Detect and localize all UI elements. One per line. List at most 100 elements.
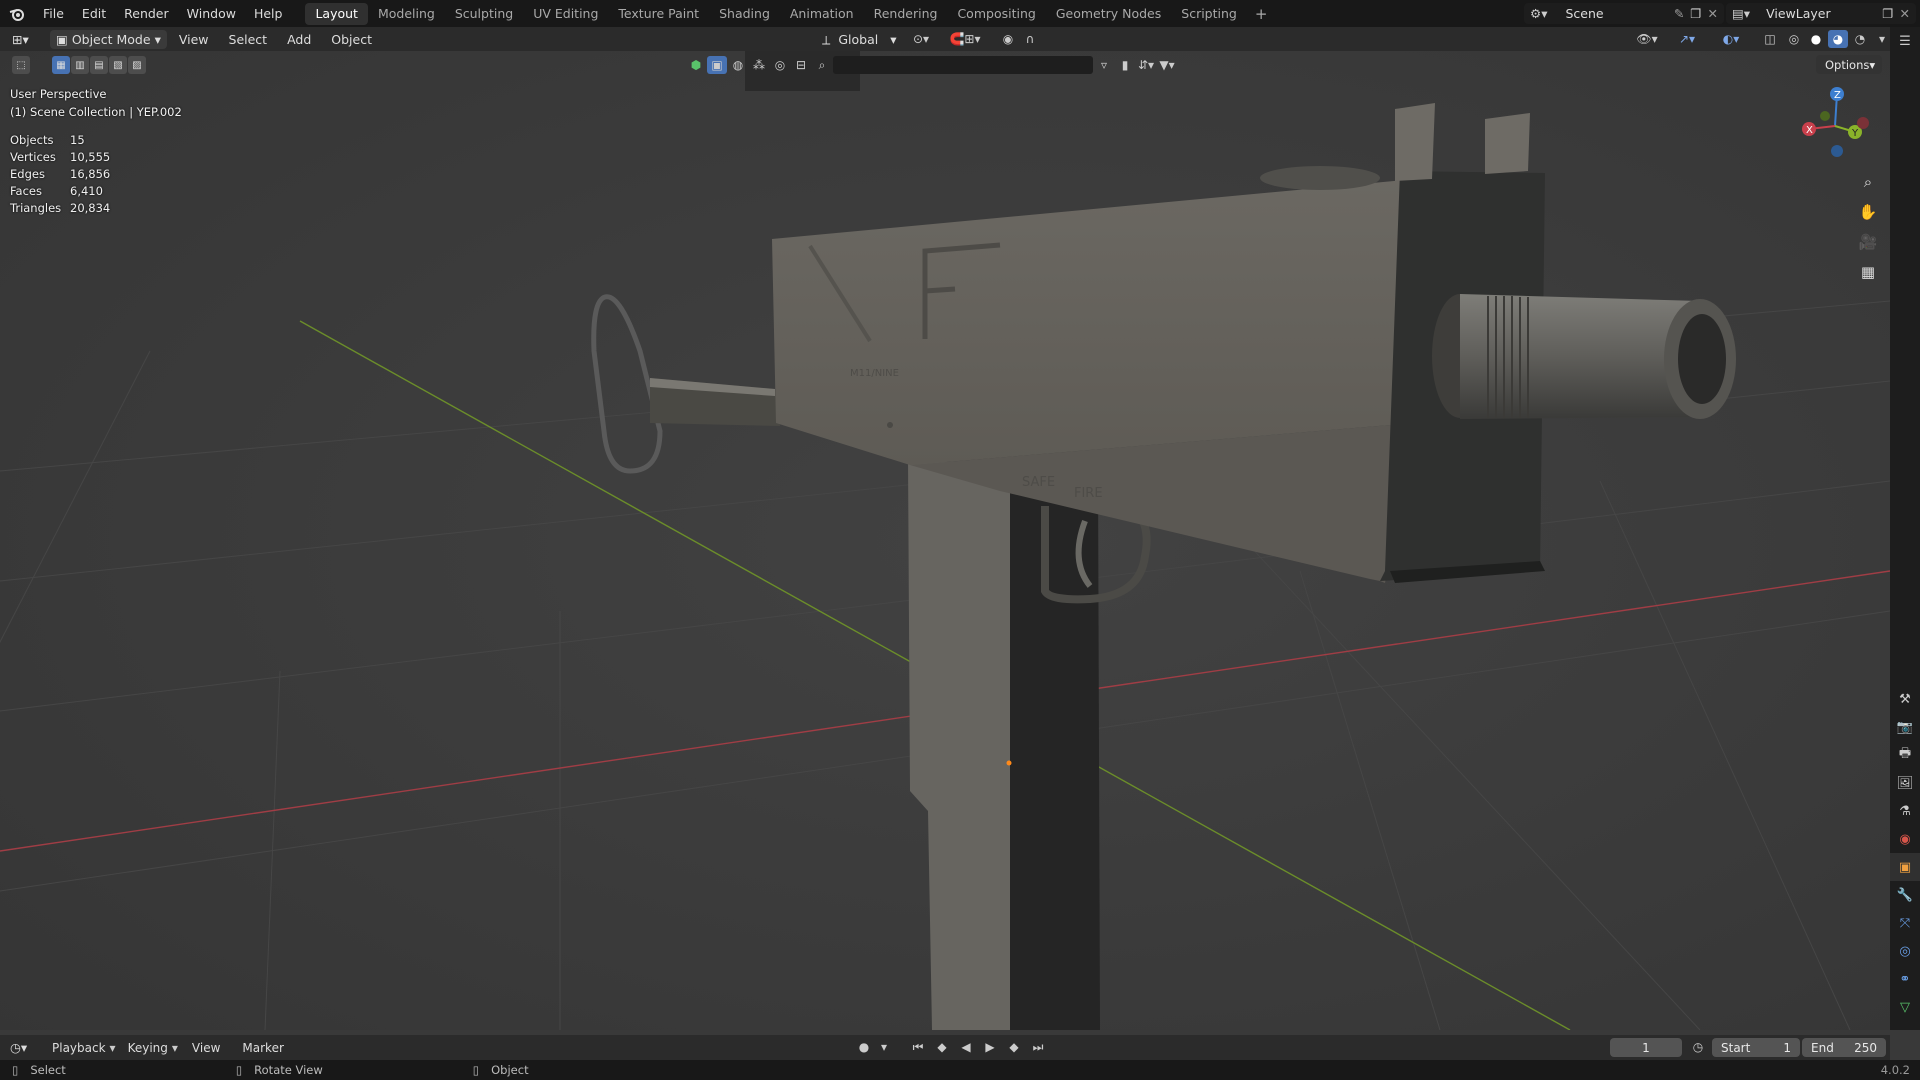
select-intersect-icon[interactable]: ▨	[128, 56, 146, 74]
select-tool-icon[interactable]: ⬚	[12, 56, 30, 74]
particle-properties-icon[interactable]: ⤧	[1890, 909, 1920, 937]
xray-icon[interactable]: ◫	[1760, 30, 1780, 48]
menu-keying[interactable]: Keying	[128, 1041, 168, 1055]
shading-options-icon[interactable]: ▾	[1872, 30, 1892, 48]
prev-keyframe-icon[interactable]: ◆	[932, 1038, 952, 1056]
pan-hand-icon[interactable]: ✋	[1855, 199, 1881, 225]
menu-file[interactable]: File	[34, 0, 73, 27]
constraint-properties-icon[interactable]: ⚭	[1890, 965, 1920, 993]
play-icon[interactable]: ▶	[980, 1038, 1000, 1056]
pin-icon[interactable]: ✎	[1674, 6, 1684, 21]
record-options-icon[interactable]: ▾	[878, 1038, 890, 1056]
menu-marker[interactable]: Marker	[242, 1041, 283, 1055]
menu-view[interactable]: View	[179, 32, 209, 47]
menu-add[interactable]: Add	[287, 32, 311, 47]
view-layer-selector[interactable]: ▤▾ ViewLayer ❐ ✕	[1726, 3, 1916, 24]
tab-animation[interactable]: Animation	[780, 3, 864, 25]
select-difference-icon[interactable]: ▧	[109, 56, 127, 74]
play-reverse-icon[interactable]: ◀	[956, 1038, 976, 1056]
sort-icon[interactable]: ⇵▾	[1136, 56, 1156, 74]
world-filter-icon[interactable]: ◎	[770, 56, 790, 74]
select-extend-icon[interactable]: ▥	[71, 56, 89, 74]
object-properties-icon[interactable]: ▣	[1890, 853, 1920, 881]
view-layer-name[interactable]: ViewLayer	[1766, 6, 1876, 21]
transform-orientation-dropdown[interactable]: ⟂ Global ▾	[822, 30, 897, 49]
menu-render[interactable]: Render	[115, 0, 178, 27]
start-frame-field[interactable]: Start 1	[1712, 1038, 1800, 1057]
menu-window[interactable]: Window	[178, 0, 245, 27]
tab-sculpting[interactable]: Sculpting	[445, 3, 523, 25]
mode-dropdown[interactable]: ▣ Object Mode ▾	[50, 29, 167, 49]
tab-geometry-nodes[interactable]: Geometry Nodes	[1046, 3, 1171, 25]
preview-range-icon[interactable]: ◷	[1688, 1038, 1708, 1056]
menu-object[interactable]: Object	[331, 32, 372, 47]
tab-scripting[interactable]: Scripting	[1171, 3, 1247, 25]
jump-end-icon[interactable]: ⏭	[1028, 1038, 1048, 1056]
scene-name[interactable]: Scene	[1565, 6, 1667, 21]
menu-edit[interactable]: Edit	[73, 0, 115, 27]
new-scene-icon[interactable]: ❐	[1690, 6, 1701, 21]
mesh-filter-icon[interactable]: ▣	[707, 56, 727, 74]
editor-type-dropdown[interactable]: ⊞▾	[12, 32, 46, 47]
overlays-icon[interactable]: ◐▾	[1716, 30, 1746, 48]
jump-start-icon[interactable]: ⏮	[908, 1038, 928, 1056]
tool-properties-icon[interactable]: ⚒	[1890, 685, 1920, 713]
lock-filter-icon[interactable]: ⊟	[791, 56, 811, 74]
tab-uv-editing[interactable]: UV Editing	[523, 3, 608, 25]
select-new-icon[interactable]: ▦	[52, 56, 70, 74]
zoom-icon[interactable]: ⌕	[1855, 169, 1881, 195]
outliner-filter-icon[interactable]: ☰	[1890, 27, 1920, 55]
gizmo-toggle-icon[interactable]: ↗▾	[1672, 30, 1702, 48]
timeline-editor-icon[interactable]: ◷▾	[10, 1040, 40, 1055]
snapping-icon[interactable]: 🧲⊞▾	[940, 30, 990, 48]
wireframe-shading-icon[interactable]: ◎	[1784, 30, 1804, 48]
render-properties-icon[interactable]: 📷	[1890, 713, 1920, 741]
pivot-point-icon[interactable]: ⊙▾	[906, 30, 936, 48]
dropdown-icon[interactable]: ▿	[1094, 56, 1114, 74]
next-keyframe-icon[interactable]: ◆	[1004, 1038, 1024, 1056]
camera-view-icon[interactable]: 🎥	[1855, 229, 1881, 255]
tab-texture-paint[interactable]: Texture Paint	[608, 3, 709, 25]
menu-timeline-view[interactable]: View	[192, 1041, 220, 1055]
object-type-icon[interactable]: ⬢	[686, 56, 706, 74]
tab-shading[interactable]: Shading	[709, 3, 780, 25]
navigation-gizmo[interactable]: Z X Y	[1795, 86, 1875, 166]
search-input[interactable]	[833, 56, 1093, 74]
search-icon[interactable]: ⌕	[812, 56, 832, 74]
current-frame-field[interactable]: 1	[1610, 1038, 1682, 1057]
new-view-layer-icon[interactable]: ❐	[1882, 6, 1893, 21]
add-workspace-icon[interactable]: +	[1247, 3, 1276, 25]
rendered-shading-icon[interactable]: ◔	[1850, 30, 1870, 48]
tab-modeling[interactable]: Modeling	[368, 3, 445, 25]
physics-properties-icon[interactable]: ◎	[1890, 937, 1920, 965]
blender-logo-icon[interactable]	[0, 0, 34, 27]
tab-rendering[interactable]: Rendering	[864, 3, 948, 25]
tab-layout[interactable]: Layout	[305, 2, 368, 25]
material-shading-icon[interactable]: ◕	[1828, 30, 1848, 48]
output-properties-icon[interactable]: 🖶	[1890, 741, 1920, 769]
world-properties-icon[interactable]: ◉	[1890, 825, 1920, 853]
data-properties-icon[interactable]: ▽	[1890, 993, 1920, 1021]
menu-help[interactable]: Help	[245, 0, 292, 27]
select-subtract-icon[interactable]: ▤	[90, 56, 108, 74]
sphere-filter-icon[interactable]: ◍	[728, 56, 748, 74]
visibility-icon[interactable]: 👁▾	[1632, 30, 1662, 48]
remove-scene-icon[interactable]: ✕	[1708, 6, 1724, 21]
solid-shading-icon[interactable]: ●	[1806, 30, 1826, 48]
remove-view-layer-icon[interactable]: ✕	[1900, 6, 1916, 21]
filter-icon[interactable]: ▼▾	[1157, 56, 1177, 74]
bookmark-icon[interactable]: ▮	[1115, 56, 1135, 74]
menu-playback[interactable]: Playback	[52, 1041, 106, 1055]
options-dropdown[interactable]: Options ▾	[1816, 55, 1882, 74]
falloff-icon[interactable]: ∩	[1020, 30, 1040, 48]
modifier-properties-icon[interactable]: 🔧	[1890, 881, 1920, 909]
particles-filter-icon[interactable]: ⁂	[749, 56, 769, 74]
end-frame-field[interactable]: End 250	[1802, 1038, 1886, 1057]
proportional-editing-icon[interactable]: ◉	[998, 30, 1018, 48]
scene-selector[interactable]: ⚙▾ Scene ✎ ❐ ✕	[1524, 3, 1724, 24]
view-layer-properties-icon[interactable]: 🖼	[1890, 769, 1920, 797]
record-icon[interactable]: ●	[854, 1038, 874, 1056]
tab-compositing[interactable]: Compositing	[947, 3, 1045, 25]
scene-properties-icon[interactable]: ⚗	[1890, 797, 1920, 825]
3d-viewport[interactable]: M11/NINE SAFE FIRE ⬚ ▦ ▥ ▤ ▧ ▨ ⬢ ▣ ◍ ⁂ ◎…	[0, 51, 1890, 1030]
